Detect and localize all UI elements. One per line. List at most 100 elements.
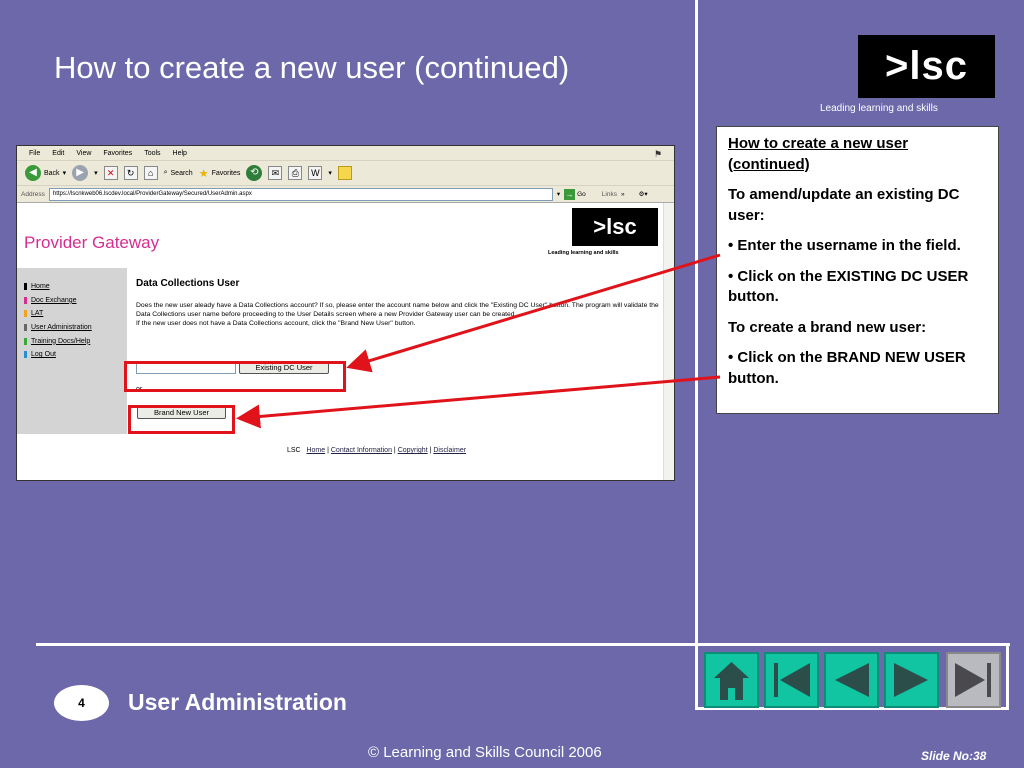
logo-tagline: Leading learning and skills [820, 103, 938, 114]
history-icon[interactable]: ⟲ [246, 165, 263, 181]
triangle-right-icon [894, 663, 928, 697]
footer-link-contact[interactable]: Contact Information [331, 447, 392, 454]
search-label: Search [170, 169, 193, 177]
browser-toolbar: ◀ Back ▾ ▶ ▾ ✕ ↻ ⌂ ⌕ Search ★ Favorites … [17, 161, 674, 186]
nav-marker [24, 337, 27, 345]
vertical-divider [695, 0, 698, 710]
instruction-panel: How to create a new user (continued) To … [716, 126, 999, 414]
nav-label: Doc Exchange [31, 296, 77, 304]
nav-label: Training Docs/Help [31, 337, 91, 345]
existing-user-highlight [124, 361, 346, 392]
back-arrow-icon: ◀ [25, 165, 41, 181]
menu-favorites[interactable]: Favorites [103, 146, 132, 160]
favorites-button[interactable]: ★ Favorites [199, 167, 241, 180]
menu-tools[interactable]: Tools [144, 146, 160, 160]
dropdown-arrow-icon[interactable]: ▾ [63, 169, 67, 177]
browser-menubar: File Edit View Favorites Tools Help ⚑ [17, 146, 674, 161]
last-slide-button[interactable] [946, 652, 1001, 708]
dropdown-arrow-icon[interactable]: ▾ [94, 169, 98, 177]
mail-icon[interactable]: ✉ [268, 166, 283, 180]
chevron-right-icon[interactable]: » [621, 191, 625, 198]
forward-arrow-icon[interactable]: ▶ [72, 165, 89, 181]
home-button[interactable] [704, 652, 759, 708]
search-icon: ⌕ [163, 169, 168, 176]
nav-label: Home [31, 283, 50, 291]
lsc-logo: >lsc [858, 35, 995, 98]
go-arrow-icon: → [564, 188, 576, 200]
stop-icon[interactable]: ✕ [103, 166, 118, 180]
dc-description-1: Does the new user aleady have a Data Col… [136, 302, 659, 318]
data-collections-title: Data Collections User [136, 278, 240, 289]
address-bar: Address https://lscnkweb06.lscdev.local/… [17, 186, 674, 203]
copyright-text: © Learning and Skills Council 2006 [368, 744, 602, 761]
nav-item-user-administration[interactable]: User Administration [24, 321, 127, 335]
refresh-icon[interactable]: ↻ [123, 166, 138, 180]
webpage-content: Provider Gateway >lsc Leading learning a… [17, 203, 674, 480]
step-new-button: • Click on the BRAND NEW USER button. [728, 349, 966, 387]
triangle-left-icon [835, 663, 869, 697]
home-icon[interactable]: ⌂ [143, 166, 158, 180]
skip-forward-icon [955, 663, 991, 697]
windows-flag-icon: ⚑ [654, 149, 663, 159]
footer-link-home[interactable]: Home [306, 447, 325, 454]
new-user-highlight [128, 405, 235, 434]
star-icon: ★ [198, 167, 209, 180]
links-label[interactable]: Links [602, 191, 617, 198]
page-tools-icon[interactable]: ⚙▾ [639, 190, 648, 198]
nav-marker [24, 283, 27, 291]
address-dropdown-icon[interactable]: ▾ [557, 190, 560, 198]
word-icon[interactable]: W [308, 166, 323, 180]
menu-edit[interactable]: Edit [52, 146, 64, 160]
nav-label: User Administration [31, 324, 92, 332]
nav-item-log-out[interactable]: Log Out [24, 348, 127, 362]
footer-link-disclaimer[interactable]: Disclaimer [433, 447, 466, 454]
nav-marker [24, 324, 27, 332]
previous-slide-button[interactable] [824, 652, 879, 708]
address-input[interactable]: https://lscnkweb06.lscdev.local/Provider… [48, 187, 553, 201]
go-label: Go [577, 190, 586, 198]
address-label: Address [21, 190, 45, 198]
page-scrollbar[interactable] [663, 203, 674, 480]
folder-icon[interactable] [337, 166, 352, 180]
slide-title: How to create a new user (continued) [54, 50, 570, 85]
menu-help[interactable]: Help [173, 146, 187, 160]
footer-link-copyright[interactable]: Copyright [398, 447, 428, 454]
nav-marker [24, 296, 27, 304]
nav-marker [24, 310, 27, 318]
create-heading: To create a brand new user: [728, 318, 927, 336]
section-number-badge: 4 [54, 685, 109, 721]
nav-label: LAT [31, 310, 44, 318]
panel-heading: How to create a new user (continued) [728, 135, 909, 173]
dc-description: Does the new user aleady have a Data Col… [136, 302, 661, 328]
webpage-logo-tagline: Leading learning and skills [548, 250, 619, 256]
dropdown-arrow-icon[interactable]: ▾ [328, 169, 332, 177]
first-slide-button[interactable] [764, 652, 819, 708]
nav-label: Log Out [31, 351, 56, 359]
back-label: Back [44, 169, 60, 177]
go-button[interactable]: → Go [564, 188, 586, 200]
print-icon[interactable]: ⎙ [288, 166, 303, 180]
nav-item-training-docs[interactable]: Training Docs/Help [24, 334, 127, 348]
nav-item-doc-exchange[interactable]: Doc Exchange [24, 294, 127, 308]
slide-number: Slide No:38 [921, 749, 987, 763]
back-button[interactable]: ◀ Back ▾ [25, 165, 66, 181]
dc-description-2: If the new user does not have a Data Col… [136, 319, 416, 327]
step-enter-username: • Enter the username in the field. [728, 237, 961, 254]
webpage-sidebar: Home Doc Exchange LAT User Administratio… [17, 268, 127, 434]
menu-view[interactable]: View [76, 146, 91, 160]
nav-item-home[interactable]: Home [24, 280, 127, 294]
skip-back-icon [774, 663, 810, 697]
section-title: User Administration [128, 689, 347, 715]
webpage-footer: LSC Home | Contact Information | Copyrig… [287, 447, 467, 454]
favorites-label: Favorites [211, 169, 241, 177]
footer-org: LSC [287, 447, 301, 454]
nav-marker [24, 351, 27, 359]
webpage-lsc-logo: >lsc [572, 208, 658, 246]
nav-item-lat[interactable]: LAT [24, 307, 127, 321]
amend-heading: To amend/update an existing DC user: [728, 186, 960, 224]
provider-gateway-title: Provider Gateway [24, 233, 160, 252]
search-button[interactable]: ⌕ Search [164, 169, 193, 177]
next-slide-button[interactable] [884, 652, 939, 708]
house-icon [714, 662, 749, 700]
menu-file[interactable]: File [29, 146, 40, 160]
